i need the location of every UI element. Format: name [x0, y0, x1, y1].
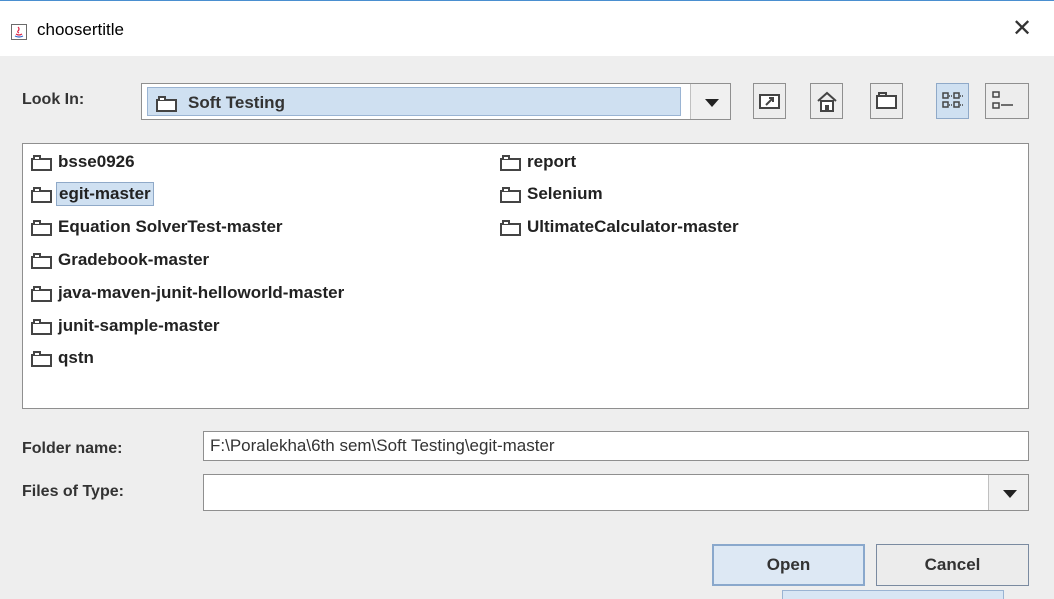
title-bar: choosertitle ✕ [0, 0, 1054, 56]
window-title: choosertitle [37, 20, 124, 39]
folder-name-label: Folder name: [22, 440, 123, 457]
folder-icon [31, 253, 52, 269]
cancel-button[interactable]: Cancel [876, 544, 1029, 586]
folder-icon [31, 220, 52, 236]
folder-icon [500, 155, 521, 171]
home-icon [817, 91, 837, 112]
folder-icon [156, 96, 177, 112]
look-in-value: Soft Testing [188, 93, 285, 112]
list-view-icon [942, 92, 963, 108]
file-name: report [527, 152, 577, 171]
folder-icon [31, 187, 52, 203]
up-one-level-icon [759, 94, 780, 109]
look-in-label: Look In: [22, 91, 85, 108]
folder-icon [31, 155, 52, 171]
file-name: UltimateCalculator-master [527, 217, 739, 236]
files-of-type-combobox[interactable] [203, 474, 1029, 511]
list-view-button[interactable] [936, 83, 969, 119]
java-app-icon [11, 24, 27, 40]
new-folder-button[interactable] [870, 83, 903, 119]
folder-name-input[interactable]: F:\Poralekha\6th sem\Soft Testing\egit-m… [203, 431, 1029, 461]
file-name: qstn [58, 348, 94, 367]
folder-icon [31, 319, 52, 335]
close-icon[interactable]: ✕ [1012, 17, 1032, 41]
folder-icon [500, 187, 521, 203]
file-name: bsse0926 [58, 152, 135, 171]
new-folder-icon [876, 92, 897, 109]
look-in-dropdown-arrow[interactable] [690, 84, 730, 119]
file-name: Gradebook-master [58, 250, 210, 269]
background-window-edge [782, 590, 1004, 599]
files-of-type-dropdown-arrow[interactable] [988, 475, 1028, 510]
folder-icon [31, 351, 52, 367]
details-view-button[interactable] [985, 83, 1029, 119]
files-of-type-label: Files of Type: [22, 483, 124, 500]
file-name: Equation SolverTest-master [58, 217, 283, 236]
file-name: Selenium [527, 184, 603, 203]
file-name: junit-sample-master [58, 316, 220, 335]
file-name: java-maven-junit-helloworld-master [58, 283, 345, 302]
look-in-selection: Soft Testing [147, 87, 681, 116]
file-name: egit-master [56, 182, 154, 206]
look-in-combobox[interactable]: Soft Testing [141, 83, 731, 120]
details-view-icon [992, 91, 1013, 109]
up-one-level-button[interactable] [753, 83, 786, 119]
folder-icon [500, 220, 521, 236]
open-button[interactable]: Open [712, 544, 865, 586]
file-list[interactable]: bsse0926 egit-master Equation SolverTest… [22, 143, 1029, 409]
home-button[interactable] [810, 83, 843, 119]
folder-icon [31, 286, 52, 302]
